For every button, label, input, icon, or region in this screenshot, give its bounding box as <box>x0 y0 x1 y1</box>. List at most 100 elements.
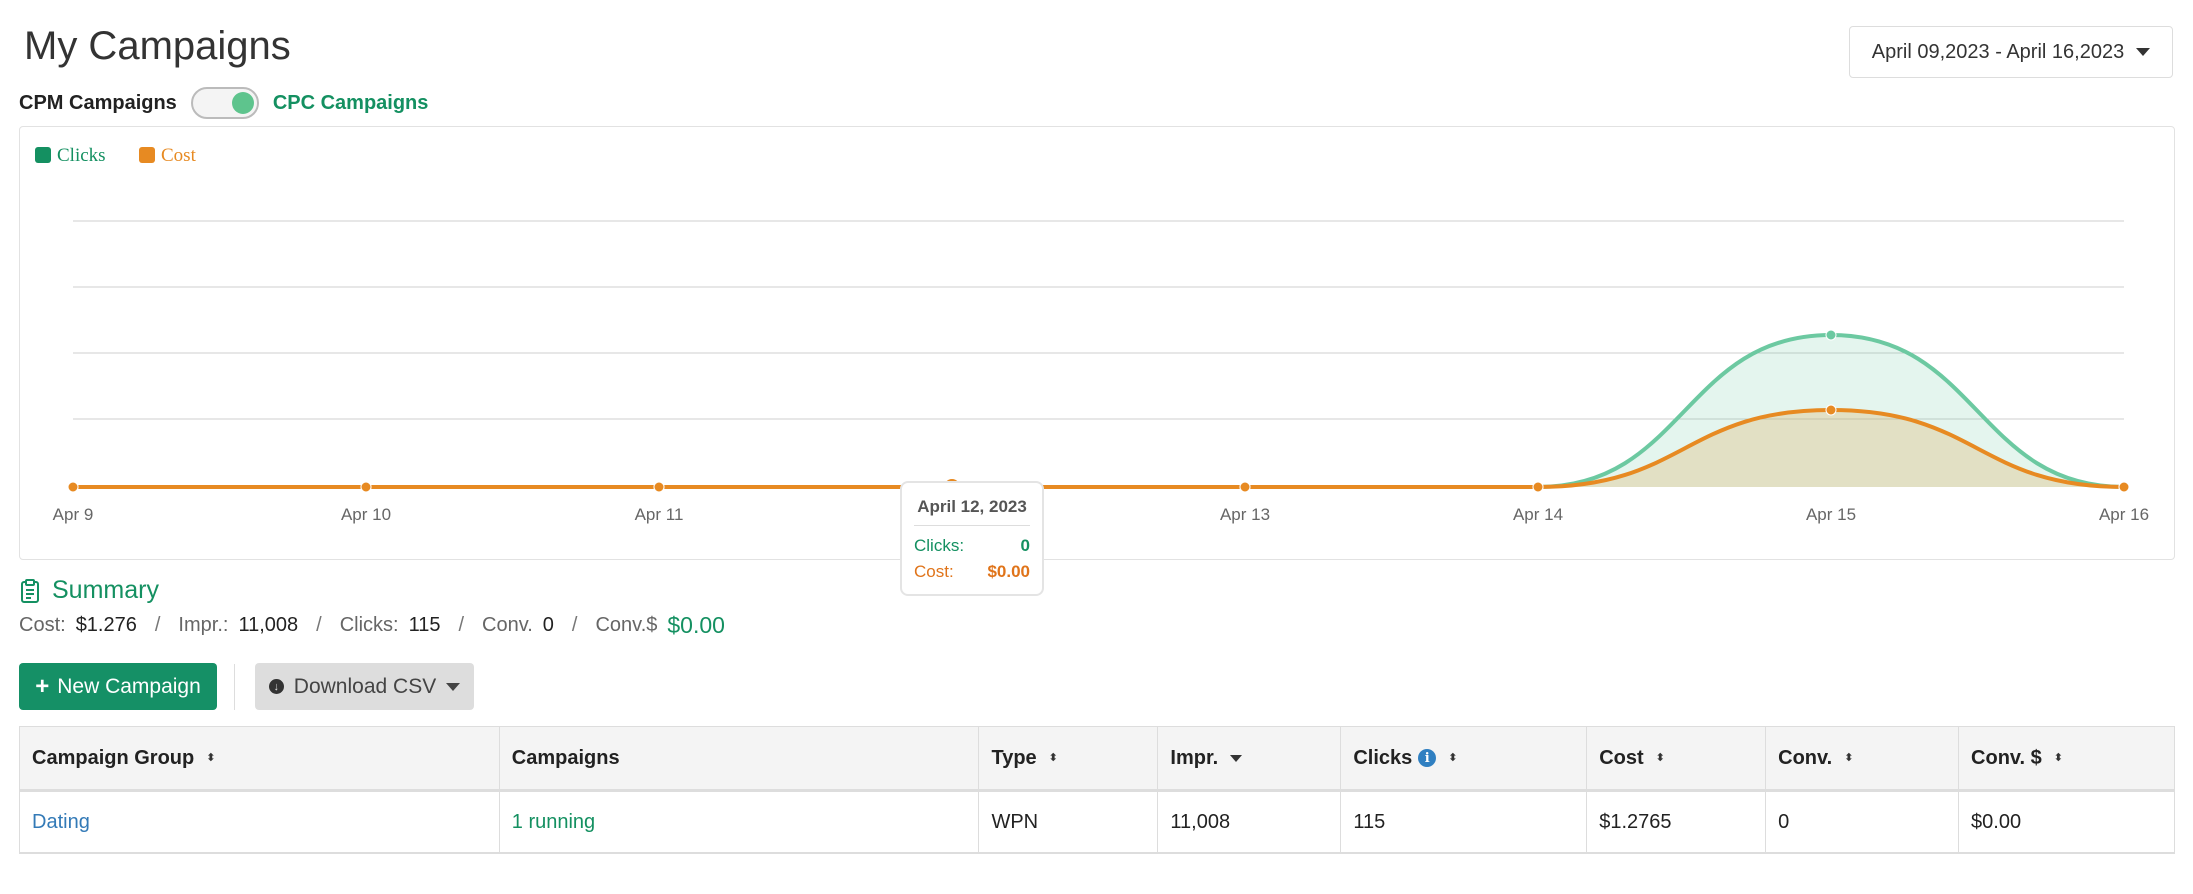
new-campaign-label: New Campaign <box>57 674 201 698</box>
summary-separator: / <box>316 614 322 636</box>
cell-cost: $1.2765 <box>1586 790 1767 854</box>
header-label: Campaigns <box>511 746 620 769</box>
header-label: Cost <box>1599 746 1644 769</box>
header-type[interactable]: Type ⬍ <box>978 726 1159 792</box>
table-header-row: Campaign Group ⬍ Campaigns Type ⬍ Impr. Cl… <box>19 726 2175 792</box>
page-title: My Campaigns <box>24 24 291 68</box>
summary-impr-value: 11,008 <box>238 614 299 636</box>
cell-impr: 11,008 <box>1157 790 1342 854</box>
summary-conv-label: Conv. <box>482 614 533 636</box>
tooltip-cost-row: Cost: $0.00 <box>914 562 1030 582</box>
legend-swatch[interactable] <box>35 147 51 163</box>
chart-legend: Clicks Cost <box>35 145 197 166</box>
cpc-campaigns-label[interactable]: CPC Campaigns <box>273 92 429 115</box>
summary-impr-label: Impr.: <box>178 614 229 636</box>
legend-label[interactable]: Cost <box>161 145 197 166</box>
campaigns-running-link[interactable]: 1 running <box>512 811 595 833</box>
info-icon[interactable]: i <box>1418 749 1437 768</box>
summary-clicks-label: Clicks: <box>339 614 399 636</box>
x-tick-label: Apr 11 <box>635 505 684 524</box>
header-label: Impr. <box>1170 746 1219 769</box>
summary-header: Summary <box>20 576 159 605</box>
chevron-down-icon <box>446 682 461 691</box>
legend-swatch[interactable] <box>139 147 155 163</box>
chart-tooltip: April 12, 2023 Clicks: 0 Cost: $0.00 <box>900 481 1044 596</box>
data-point-cost[interactable] <box>1825 404 1837 416</box>
summary-separator: / <box>458 614 465 636</box>
cell-type: WPN <box>978 790 1159 854</box>
button-divider <box>234 664 235 710</box>
tooltip-clicks-label: Clicks: <box>914 536 965 555</box>
header-cost[interactable]: Cost ⬍ <box>1586 726 1767 792</box>
date-range-label: April 09,2023 - April 16,2023 <box>1871 40 2125 63</box>
header-conv-dollar[interactable]: Conv. $ ⬍ <box>1958 726 2175 792</box>
x-axis-ticks: Apr 9Apr 10Apr 11Apr 12Apr 13Apr 14Apr 1… <box>53 505 2149 524</box>
x-tick-label: Apr 13 <box>1220 505 1270 524</box>
switch-knob <box>231 92 254 114</box>
campaign-type-toggle-row: CPM Campaigns CPC Campaigns <box>19 86 428 120</box>
tooltip-date: April 12, 2023 <box>914 497 1030 526</box>
campaigns-table: Campaign Group ⬍ Campaigns Type ⬍ Impr. Cl… <box>19 726 2175 854</box>
header-impr[interactable]: Impr. <box>1157 726 1342 792</box>
sort-icon: ⬍ <box>1048 751 1058 764</box>
page: My Campaigns April 09,2023 - April 16,20… <box>0 0 2193 894</box>
summary-cost-label: Cost: <box>19 614 66 636</box>
chevron-down-icon <box>2136 48 2151 56</box>
x-tick-label: Apr 16 <box>2099 505 2149 524</box>
header-campaigns: Campaigns <box>498 726 980 792</box>
legend-label[interactable]: Clicks <box>57 145 106 166</box>
campaign-type-switch[interactable] <box>190 87 259 119</box>
data-point-clicks[interactable] <box>1825 329 1837 341</box>
data-point-cost[interactable] <box>2118 481 2130 493</box>
chart-panel: ClicksCost Apr 9Apr 10Apr 11Apr 12Apr 13… <box>19 126 2175 596</box>
cpm-campaigns-label[interactable]: CPM Campaigns <box>19 92 177 115</box>
summary-conv-dollar-label: Conv.$ <box>595 614 658 636</box>
cell-clicks: 115 <box>1340 790 1588 854</box>
header-campaign-group[interactable]: Campaign Group ⬍ <box>19 726 500 792</box>
data-point-cost[interactable] <box>1239 481 1251 493</box>
summary-cost-value: $1.276 <box>75 614 137 636</box>
summary-stats: Cost: $1.276 / Impr.: 11,008 / Clicks: 1… <box>19 612 725 639</box>
download-icon: ↓ <box>268 679 284 694</box>
download-csv-label: Download CSV <box>293 674 437 698</box>
x-tick-label: Apr 10 <box>341 505 391 524</box>
download-csv-button[interactable]: ↓ Download CSV <box>255 663 474 710</box>
header-label: Conv. $ <box>1971 746 2042 769</box>
series-area-cost <box>73 410 2124 487</box>
clicks-cost-chart: ClicksCost Apr 9Apr 10Apr 11Apr 12Apr 13… <box>35 145 2149 524</box>
summary-conv-dollar-value: $0.00 <box>667 612 725 638</box>
tooltip-cost-label: Cost: <box>914 562 954 581</box>
x-tick-label: Apr 9 <box>53 505 94 524</box>
data-point-cost[interactable] <box>360 481 372 493</box>
summary-separator: / <box>571 614 578 636</box>
date-range-picker[interactable]: April 09,2023 - April 16,2023 <box>1849 26 2173 78</box>
header-label: Conv. <box>1778 746 1833 769</box>
header-conv[interactable]: Conv. ⬍ <box>1765 726 1960 792</box>
x-tick-label: Apr 15 <box>1806 505 1856 524</box>
summary-title: Summary <box>52 576 159 604</box>
data-point-cost[interactable] <box>1532 481 1544 493</box>
header-clicks[interactable]: Clicks i ⬍ <box>1340 726 1588 792</box>
tooltip-clicks-row: Clicks: 0 <box>914 536 1030 556</box>
sort-icon: ⬍ <box>206 751 216 764</box>
cell-conv-dollar: $0.00 <box>1958 790 2175 854</box>
summary-clicks-value: 115 <box>408 614 441 636</box>
summary-conv-value: 0 <box>542 614 554 636</box>
sort-icon: ⬍ <box>1655 751 1665 764</box>
sort-icon: ⬍ <box>1844 751 1854 764</box>
x-tick-label: Apr 14 <box>1513 505 1563 524</box>
cell-campaigns: 1 running <box>498 790 980 854</box>
cell-campaign-group: Dating <box>19 790 500 854</box>
data-point-cost[interactable] <box>653 481 665 493</box>
new-campaign-button[interactable]: + New Campaign <box>19 663 217 710</box>
data-point-cost[interactable] <box>67 481 79 493</box>
header-label: Clicks <box>1353 746 1413 769</box>
header-label: Type <box>991 746 1037 769</box>
table-row: Dating 1 running WPN 11,008 115 $1.2765 … <box>19 790 2175 854</box>
sort-desc-icon <box>1230 754 1243 762</box>
sort-icon: ⬍ <box>2053 751 2064 764</box>
campaign-group-link[interactable]: Dating <box>32 811 90 833</box>
summary-separator: / <box>154 614 161 636</box>
sort-icon: ⬍ <box>1448 751 1458 764</box>
plus-icon: + <box>35 672 50 700</box>
